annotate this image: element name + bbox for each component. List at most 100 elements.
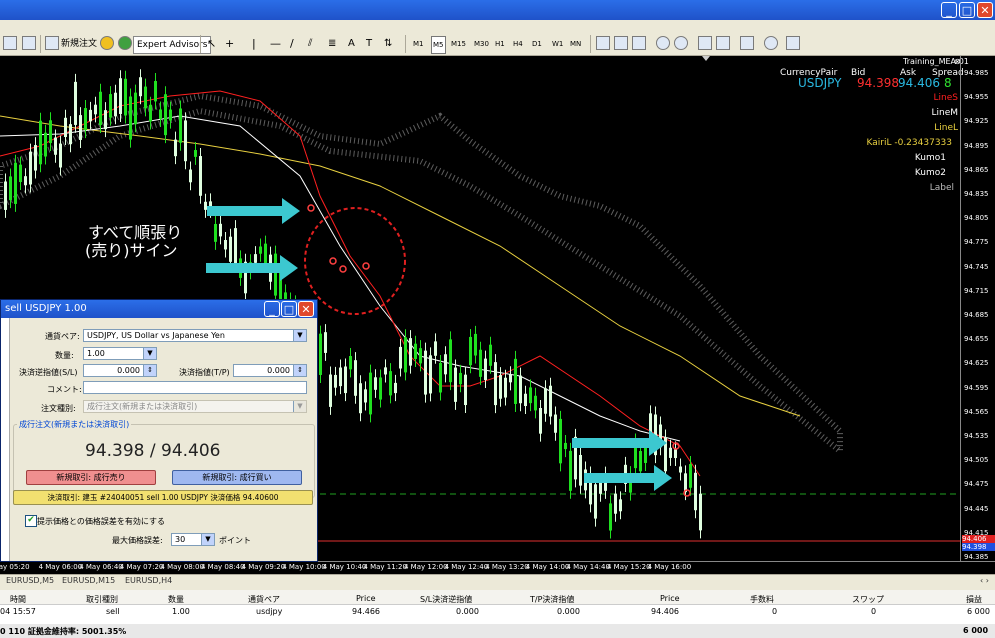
candlestick-icon[interactable] [614,36,628,50]
expert-advisors-icon[interactable] [118,36,132,50]
timeframe-m5[interactable]: M5 [431,36,446,54]
price-tick: 94.655 [964,335,989,344]
price-tick: 94.595 [964,383,989,392]
sell-button[interactable]: 新規取引: 成行売り [26,470,156,485]
candle-body [49,120,52,144]
col-sl[interactable]: S/L決済逆指値 [420,594,472,605]
tp-input[interactable]: 0.000 ⇕ [233,364,307,377]
cursor-icon[interactable]: ↖ [207,36,216,52]
candle-body [114,92,117,117]
chart-tabs: EURUSD,M5 EURUSD,M15 EURUSD,H4 ‹ › [0,574,995,590]
candle-body [74,81,77,125]
row-symbol: usdjpy [256,607,283,616]
candle-body [99,91,102,125]
candle-body [539,408,542,434]
candle-body [154,81,157,102]
candle-body [219,223,222,237]
col-volume[interactable]: 数量 [168,594,184,605]
arrows-icon[interactable]: ⇅ [384,36,392,52]
candle-body [524,393,527,407]
trendline-icon[interactable]: / [290,36,294,52]
symbol-select[interactable]: USDJPY, US Dollar vs Japanese Yen ▼ [83,329,307,342]
col-tp[interactable]: T/P決済指値 [530,594,574,605]
price-tick: 94.385 [964,553,989,561]
close-position-button[interactable]: 決済取引: 建玉 #24040051 sell 1.00 USDJPY 決済価格… [13,490,313,505]
tab-eurusd-h4[interactable]: EURUSD,H4 [125,576,172,585]
close-icon[interactable]: ✕ [977,2,993,18]
col-commission[interactable]: 手数料 [750,594,774,605]
dialog-maximize-icon[interactable]: □ [281,301,297,317]
minimize-icon[interactable]: _ [941,2,957,18]
maximize-icon[interactable]: □ [959,2,975,18]
candle-body [184,120,187,162]
periods-icon[interactable] [764,36,778,50]
chart-shift-icon[interactable] [716,36,730,50]
fibo-icon[interactable]: ≣ [328,36,336,52]
time-tick: 4 May 14:00 [525,563,570,571]
candle-body [34,145,37,171]
horizontal-line-icon[interactable]: — [270,36,281,52]
margin-level: 0 110 証拠金維持率: 5001.35% [0,627,127,636]
autoscroll-icon[interactable] [698,36,712,50]
time-tick: 4 May 12:00 [404,563,448,571]
timeframe-d1[interactable]: D1 [532,36,542,52]
line-chart-icon[interactable] [632,36,646,50]
col-time[interactable]: 時間 [10,594,26,605]
vertical-line-icon[interactable]: | [252,36,256,52]
candle-body [464,374,467,406]
comment-input[interactable] [83,381,307,394]
candle-body [599,482,602,494]
crosshair-icon[interactable]: + [225,36,234,52]
label-icon[interactable]: T [366,36,372,52]
col-price[interactable]: Price [356,594,376,603]
dialog-close-icon[interactable]: ✕ [298,301,314,317]
dialog-title-bar[interactable]: sell USDJPY 1.00 _ □ ✕ [1,300,317,318]
deviation-checkbox[interactable]: ✔ [25,515,37,527]
zoom-out-icon[interactable] [674,36,688,50]
volume-select[interactable]: 1.00 ▼ [83,347,157,360]
text-icon[interactable]: A [348,36,355,52]
channel-icon[interactable]: ⫽ [308,36,312,52]
col-swap[interactable]: スワップ [852,594,884,605]
candle-body [619,499,622,512]
candle-body [64,117,67,138]
signal-marker-icon [307,204,315,212]
new-order-button[interactable]: 新規注文 [61,36,97,52]
timeframe-m30[interactable]: M30 [474,36,489,52]
new-order-icon[interactable] [45,36,59,50]
tab-eurusd-m5[interactable]: EURUSD,M5 [6,576,54,585]
candle-body [449,339,452,383]
col-current-price[interactable]: Price [660,594,680,603]
tab-eurusd-m15[interactable]: EURUSD,M15 [62,576,115,585]
candle-body [454,367,457,402]
price-tick: 94.505 [964,456,989,465]
col-type[interactable]: 取引種別 [86,594,118,605]
col-symbol[interactable]: 通貨ペア [248,594,280,605]
timeframe-mn[interactable]: MN [570,36,581,52]
timeframe-h4[interactable]: H4 [513,36,523,52]
col-profit[interactable]: 損益 [966,594,982,605]
total-profit: 6 000 [963,626,989,635]
order-type-select[interactable]: 成行注文(新規または決済取引) ▼ [83,400,307,413]
candle-body [549,385,552,417]
deviation-select[interactable]: 30 ▼ [171,533,215,546]
time-tick: 4 May 12:40 [444,563,489,571]
signal-marker-icon [339,265,347,273]
tab-scroll-icon[interactable]: ‹ › [980,576,989,585]
sl-input[interactable]: 0.000 ⇕ [83,364,157,377]
timeframe-w1[interactable]: W1 [552,36,563,52]
dialog-minimize-icon[interactable]: _ [264,301,280,317]
timeframe-m1[interactable]: M1 [413,36,424,52]
candle-body [334,374,337,388]
buy-button[interactable]: 新規取引: 成行買い [172,470,302,485]
candle-body [529,387,532,404]
indicators-icon[interactable] [740,36,754,50]
bar-chart-icon[interactable] [596,36,610,50]
templates-icon[interactable] [786,36,800,50]
timeframe-m15[interactable]: M15 [451,36,466,52]
zoom-in-icon[interactable] [656,36,670,50]
timeframe-h1[interactable]: H1 [495,36,505,52]
metaeditor-icon[interactable] [100,36,114,50]
new-chart-icon[interactable] [3,36,17,50]
profiles-icon[interactable] [22,36,36,50]
